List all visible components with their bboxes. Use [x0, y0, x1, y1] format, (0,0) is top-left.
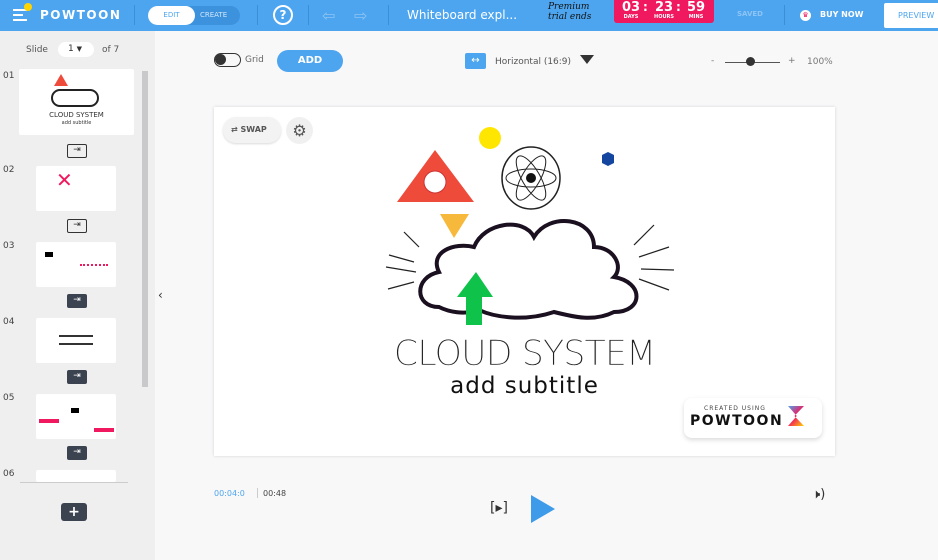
slide-number: 06 — [3, 469, 15, 479]
current-time: 00:04:0 — [214, 489, 245, 498]
slide-number: 03 — [3, 241, 15, 251]
grid-toggle[interactable] — [214, 53, 241, 67]
zoom-in-button[interactable]: + — [788, 56, 796, 66]
transition-icon[interactable]: ⇥ — [67, 294, 87, 308]
volume-icon[interactable]: 🕨) — [812, 487, 825, 502]
slide-thumb-5[interactable] — [36, 394, 116, 439]
timer-days: 03 — [621, 0, 641, 15]
transition-icon[interactable]: ⇥ — [67, 446, 87, 460]
menu-icon[interactable] — [13, 3, 32, 21]
days-label: DAYS — [623, 14, 639, 20]
help-button[interactable]: ? — [273, 5, 293, 25]
logo: POWTOON — [40, 8, 122, 22]
play-scene-button[interactable]: [▸] — [490, 500, 508, 516]
slide-thumb-3[interactable] — [36, 242, 116, 287]
play-button[interactable] — [531, 495, 555, 523]
slide-title[interactable]: CLOUD SYSTEM — [214, 334, 835, 375]
transition-icon[interactable]: ⇥ — [67, 370, 87, 384]
slide-thumb-2[interactable]: ✕ — [36, 166, 116, 211]
timer-hours: 23 — [654, 0, 674, 15]
blue-hexagon — [602, 152, 614, 166]
sidebar-scrollbar[interactable] — [142, 71, 148, 387]
slide-sidebar: Slide 1 ▼ of 7 01 CLOUD SYSTEM add subti… — [0, 31, 155, 560]
orange-triangle — [440, 214, 469, 238]
slide-thumb-1[interactable]: CLOUD SYSTEM add subtitle — [19, 69, 134, 135]
transition-icon[interactable]: ⇥ — [67, 219, 87, 233]
slide-thumb-4[interactable] — [36, 318, 116, 363]
gear-sketch — [423, 170, 447, 194]
slide-number: 05 — [3, 393, 15, 403]
add-slide-button[interactable]: + — [61, 503, 87, 521]
slide-count: of 7 — [102, 45, 120, 55]
zoom-out-button[interactable]: - — [711, 56, 714, 66]
mode-toggle[interactable]: EDIT CREATE — [148, 6, 240, 25]
undo-icon[interactable]: ⇦ — [322, 6, 335, 25]
slide-selector[interactable]: 1 ▼ — [58, 42, 94, 57]
timer-mins: 59 — [686, 0, 706, 15]
buy-now-button[interactable]: BUY NOW — [820, 10, 864, 19]
top-bar: POWTOON EDIT CREATE ? ⇦ ⇨ Whiteboard exp… — [0, 0, 938, 31]
project-title[interactable]: Whiteboard expl... — [407, 8, 517, 22]
create-tab[interactable]: CREATE — [200, 6, 227, 25]
edit-tab[interactable]: EDIT — [148, 6, 195, 25]
saved-status: SAVED — [737, 10, 763, 18]
dropdown-arrow-icon[interactable] — [580, 55, 594, 64]
preview-button[interactable]: PREVIEW — [884, 3, 938, 28]
crown-icon: ♛ — [800, 10, 811, 21]
zoom-value: 100% — [807, 57, 833, 67]
premium-label: Premium trial ends — [548, 2, 592, 22]
grid-label: Grid — [245, 55, 264, 65]
powtoon-watermark: CREATED USING POWTOON — [684, 398, 822, 438]
zoom-slider-handle[interactable] — [746, 57, 755, 66]
slide-thumb-6[interactable] — [36, 470, 116, 482]
slide-number: 04 — [3, 317, 15, 327]
slide-label: Slide — [26, 45, 48, 55]
slide-number: 01 — [3, 71, 15, 81]
orientation-select[interactable]: Horizontal (16:9) — [495, 57, 571, 67]
orientation-icon: ↔ — [465, 53, 486, 69]
hours-label: HOURS — [654, 14, 674, 20]
slide-canvas[interactable]: ⇄ SWAP ⚙ CLOUD SYSTEM add subtitle CREAT… — [214, 107, 835, 456]
total-time: 00:48 — [263, 489, 287, 498]
trial-timer: 03 23 59 :: DAYS HOURS MINS — [614, 0, 714, 23]
sparkle-lines-right — [633, 224, 675, 291]
mins-label: MINS — [688, 14, 704, 20]
slide-number: 02 — [3, 165, 15, 175]
slide-subtitle[interactable]: add subtitle — [214, 373, 835, 399]
sparkle-lines-left — [385, 231, 420, 290]
collapse-sidebar-icon[interactable]: ‹ — [158, 288, 163, 302]
thumbs-up-icon — [479, 127, 501, 149]
transition-icon[interactable]: ⇥ — [67, 144, 87, 158]
add-button[interactable]: ADD — [277, 50, 343, 72]
redo-icon[interactable]: ⇨ — [354, 6, 367, 25]
